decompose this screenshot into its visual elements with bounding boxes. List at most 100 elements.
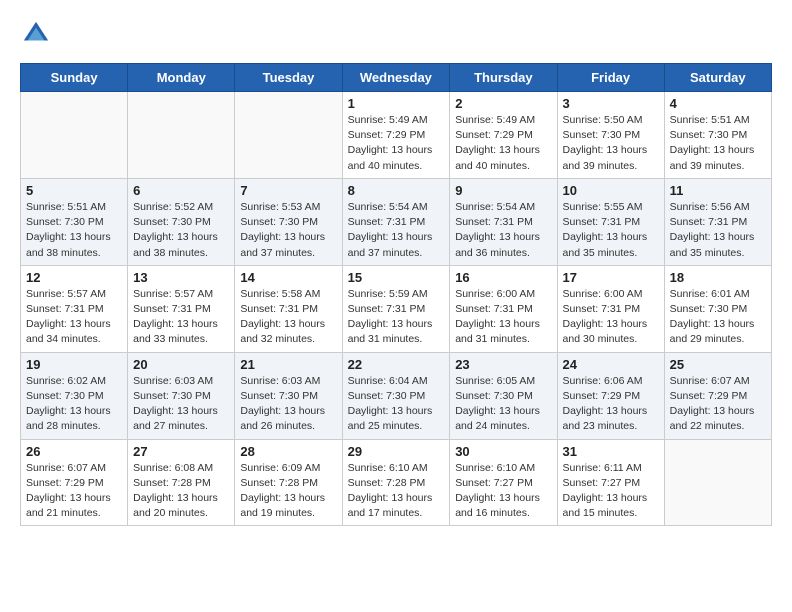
calendar-day-cell [664,439,771,526]
day-info: Sunrise: 6:00 AMSunset: 7:31 PMDaylight:… [563,288,648,346]
calendar-body: 1 Sunrise: 5:49 AMSunset: 7:29 PMDayligh… [21,92,772,526]
calendar-week-row: 19 Sunrise: 6:02 AMSunset: 7:30 PMDaylig… [21,352,772,439]
day-info: Sunrise: 5:57 AMSunset: 7:31 PMDaylight:… [26,288,111,346]
calendar-day-cell: 1 Sunrise: 5:49 AMSunset: 7:29 PMDayligh… [342,92,450,179]
day-info: Sunrise: 6:03 AMSunset: 7:30 PMDaylight:… [240,375,325,433]
calendar-day-cell: 30 Sunrise: 6:10 AMSunset: 7:27 PMDaylig… [450,439,557,526]
calendar-week-row: 26 Sunrise: 6:07 AMSunset: 7:29 PMDaylig… [21,439,772,526]
day-info: Sunrise: 5:49 AMSunset: 7:29 PMDaylight:… [348,114,433,172]
day-number: 27 [133,444,229,459]
day-number: 29 [348,444,445,459]
day-info: Sunrise: 5:52 AMSunset: 7:30 PMDaylight:… [133,201,218,259]
day-number: 23 [455,357,551,372]
calendar-table: SundayMondayTuesdayWednesdayThursdayFrid… [20,63,772,526]
day-number: 25 [670,357,766,372]
day-number: 17 [563,270,659,285]
calendar-day-cell: 18 Sunrise: 6:01 AMSunset: 7:30 PMDaylig… [664,265,771,352]
day-info: Sunrise: 5:59 AMSunset: 7:31 PMDaylight:… [348,288,433,346]
calendar-day-cell: 4 Sunrise: 5:51 AMSunset: 7:30 PMDayligh… [664,92,771,179]
calendar-day-cell: 15 Sunrise: 5:59 AMSunset: 7:31 PMDaylig… [342,265,450,352]
day-info: Sunrise: 6:06 AMSunset: 7:29 PMDaylight:… [563,375,648,433]
day-info: Sunrise: 6:09 AMSunset: 7:28 PMDaylight:… [240,462,325,520]
day-number: 3 [563,96,659,111]
day-info: Sunrise: 5:50 AMSunset: 7:30 PMDaylight:… [563,114,648,172]
calendar-day-cell: 22 Sunrise: 6:04 AMSunset: 7:30 PMDaylig… [342,352,450,439]
day-number: 18 [670,270,766,285]
day-info: Sunrise: 5:49 AMSunset: 7:29 PMDaylight:… [455,114,540,172]
day-number: 21 [240,357,336,372]
day-info: Sunrise: 5:54 AMSunset: 7:31 PMDaylight:… [455,201,540,259]
day-info: Sunrise: 6:11 AMSunset: 7:27 PMDaylight:… [563,462,648,520]
calendar-day-cell: 23 Sunrise: 6:05 AMSunset: 7:30 PMDaylig… [450,352,557,439]
day-number: 4 [670,96,766,111]
day-info: Sunrise: 6:08 AMSunset: 7:28 PMDaylight:… [133,462,218,520]
day-number: 9 [455,183,551,198]
weekday-header-cell: Monday [128,64,235,92]
calendar-day-cell: 14 Sunrise: 5:58 AMSunset: 7:31 PMDaylig… [235,265,342,352]
calendar-day-cell: 21 Sunrise: 6:03 AMSunset: 7:30 PMDaylig… [235,352,342,439]
day-info: Sunrise: 6:00 AMSunset: 7:31 PMDaylight:… [455,288,540,346]
calendar-day-cell: 9 Sunrise: 5:54 AMSunset: 7:31 PMDayligh… [450,178,557,265]
calendar-day-cell: 5 Sunrise: 5:51 AMSunset: 7:30 PMDayligh… [21,178,128,265]
weekday-header-cell: Wednesday [342,64,450,92]
day-info: Sunrise: 5:58 AMSunset: 7:31 PMDaylight:… [240,288,325,346]
calendar-day-cell: 28 Sunrise: 6:09 AMSunset: 7:28 PMDaylig… [235,439,342,526]
day-number: 2 [455,96,551,111]
day-info: Sunrise: 6:03 AMSunset: 7:30 PMDaylight:… [133,375,218,433]
weekday-header-row: SundayMondayTuesdayWednesdayThursdayFrid… [21,64,772,92]
logo-icon [22,20,50,48]
day-number: 6 [133,183,229,198]
calendar-week-row: 5 Sunrise: 5:51 AMSunset: 7:30 PMDayligh… [21,178,772,265]
day-number: 24 [563,357,659,372]
calendar-day-cell: 24 Sunrise: 6:06 AMSunset: 7:29 PMDaylig… [557,352,664,439]
header [20,20,772,53]
day-info: Sunrise: 5:53 AMSunset: 7:30 PMDaylight:… [240,201,325,259]
weekday-header-cell: Saturday [664,64,771,92]
day-info: Sunrise: 6:02 AMSunset: 7:30 PMDaylight:… [26,375,111,433]
day-number: 15 [348,270,445,285]
day-info: Sunrise: 5:57 AMSunset: 7:31 PMDaylight:… [133,288,218,346]
calendar-day-cell: 7 Sunrise: 5:53 AMSunset: 7:30 PMDayligh… [235,178,342,265]
day-info: Sunrise: 6:07 AMSunset: 7:29 PMDaylight:… [26,462,111,520]
day-number: 19 [26,357,122,372]
day-number: 5 [26,183,122,198]
day-info: Sunrise: 5:51 AMSunset: 7:30 PMDaylight:… [670,114,755,172]
weekday-header-cell: Sunday [21,64,128,92]
calendar-day-cell [128,92,235,179]
calendar-day-cell: 16 Sunrise: 6:00 AMSunset: 7:31 PMDaylig… [450,265,557,352]
calendar-day-cell: 10 Sunrise: 5:55 AMSunset: 7:31 PMDaylig… [557,178,664,265]
day-number: 10 [563,183,659,198]
day-info: Sunrise: 6:04 AMSunset: 7:30 PMDaylight:… [348,375,433,433]
day-info: Sunrise: 5:54 AMSunset: 7:31 PMDaylight:… [348,201,433,259]
day-info: Sunrise: 6:10 AMSunset: 7:27 PMDaylight:… [455,462,540,520]
day-number: 22 [348,357,445,372]
calendar-day-cell [21,92,128,179]
day-number: 30 [455,444,551,459]
calendar-day-cell: 6 Sunrise: 5:52 AMSunset: 7:30 PMDayligh… [128,178,235,265]
calendar-day-cell: 27 Sunrise: 6:08 AMSunset: 7:28 PMDaylig… [128,439,235,526]
calendar-day-cell: 11 Sunrise: 5:56 AMSunset: 7:31 PMDaylig… [664,178,771,265]
calendar-day-cell: 17 Sunrise: 6:00 AMSunset: 7:31 PMDaylig… [557,265,664,352]
calendar-day-cell: 13 Sunrise: 5:57 AMSunset: 7:31 PMDaylig… [128,265,235,352]
day-number: 20 [133,357,229,372]
day-number: 7 [240,183,336,198]
calendar-day-cell: 31 Sunrise: 6:11 AMSunset: 7:27 PMDaylig… [557,439,664,526]
day-info: Sunrise: 5:55 AMSunset: 7:31 PMDaylight:… [563,201,648,259]
weekday-header-cell: Friday [557,64,664,92]
day-number: 28 [240,444,336,459]
logo [20,20,50,53]
calendar-day-cell: 19 Sunrise: 6:02 AMSunset: 7:30 PMDaylig… [21,352,128,439]
day-number: 13 [133,270,229,285]
day-info: Sunrise: 6:10 AMSunset: 7:28 PMDaylight:… [348,462,433,520]
calendar-day-cell [235,92,342,179]
calendar-day-cell: 29 Sunrise: 6:10 AMSunset: 7:28 PMDaylig… [342,439,450,526]
day-number: 31 [563,444,659,459]
calendar-day-cell: 2 Sunrise: 5:49 AMSunset: 7:29 PMDayligh… [450,92,557,179]
calendar-day-cell: 3 Sunrise: 5:50 AMSunset: 7:30 PMDayligh… [557,92,664,179]
day-number: 12 [26,270,122,285]
calendar-day-cell: 26 Sunrise: 6:07 AMSunset: 7:29 PMDaylig… [21,439,128,526]
day-number: 26 [26,444,122,459]
calendar-day-cell: 20 Sunrise: 6:03 AMSunset: 7:30 PMDaylig… [128,352,235,439]
day-number: 14 [240,270,336,285]
day-info: Sunrise: 5:51 AMSunset: 7:30 PMDaylight:… [26,201,111,259]
